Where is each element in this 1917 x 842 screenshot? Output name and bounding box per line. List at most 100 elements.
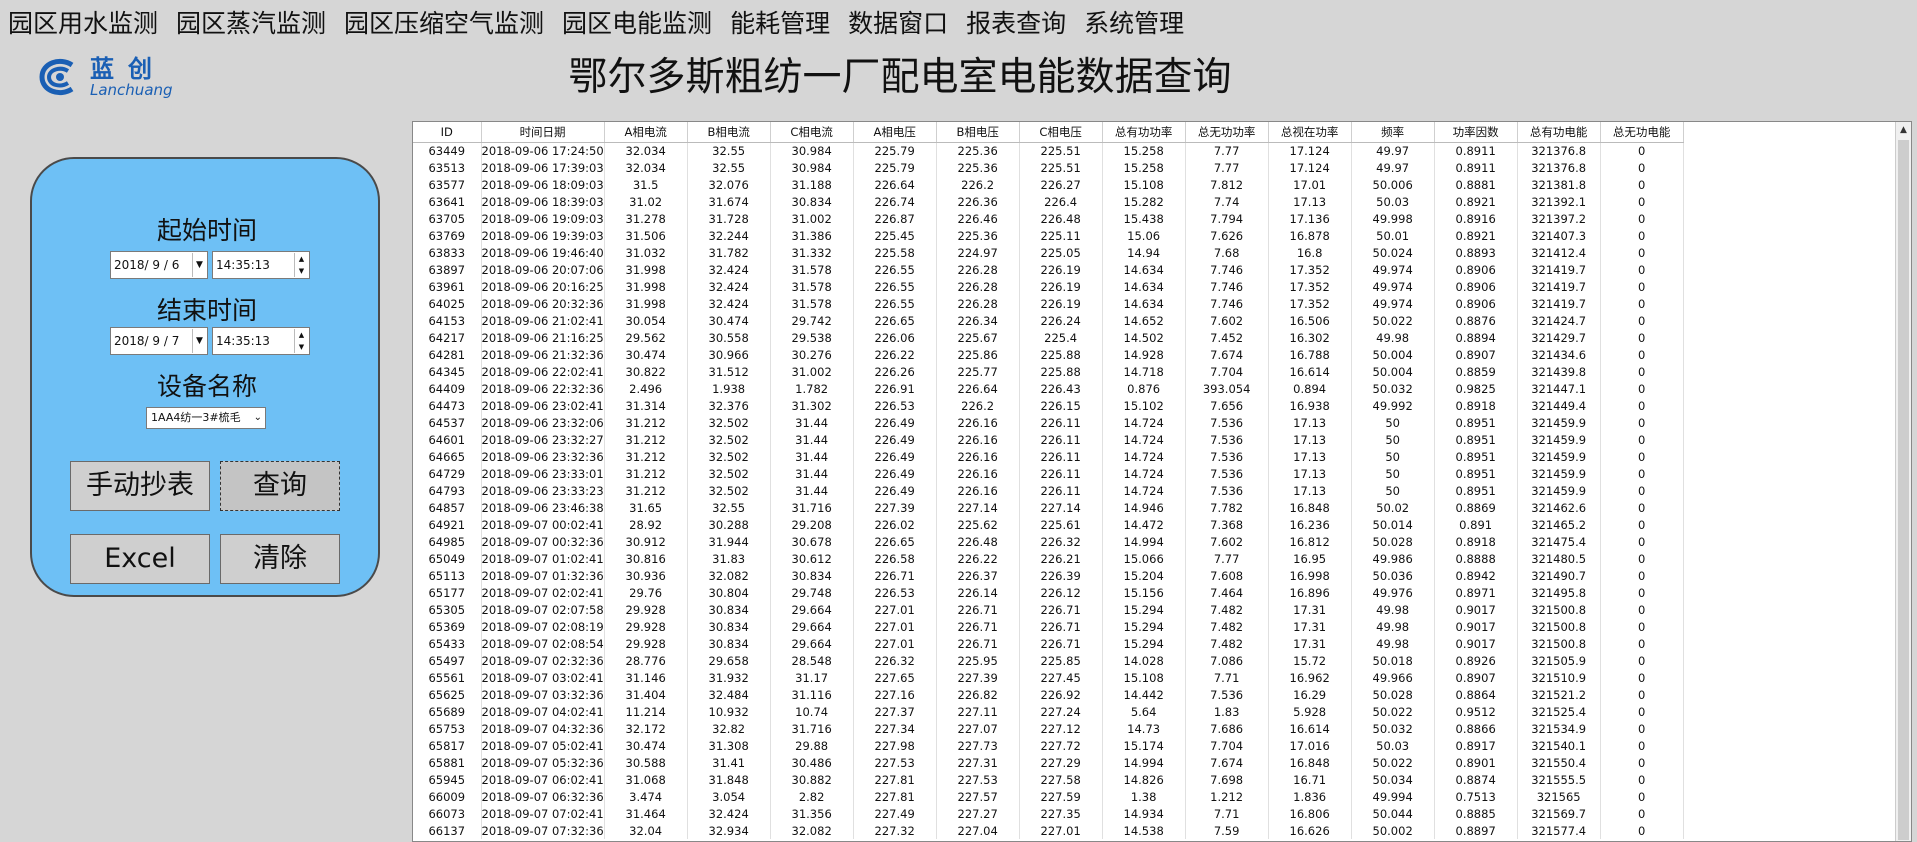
column-header[interactable]: 总无功功率 <box>1185 122 1269 143</box>
table-row[interactable]: 65497 2018-09-07 02:32:36 28.776 29.658 28.5… <box>413 652 1684 669</box>
table-row[interactable]: 64153 2018-09-06 21:02:41 30.054 30.474 29.7… <box>413 312 1684 329</box>
column-header[interactable]: 总有功功率 <box>1102 122 1186 143</box>
table-row[interactable]: 64985 2018-09-07 00:32:36 30.912 31.944 30.6… <box>413 533 1684 550</box>
column-header[interactable]: B相电压 <box>936 122 1020 143</box>
table-row[interactable]: 65561 2018-09-07 03:02:41 31.146 31.932 31.1… <box>413 669 1684 686</box>
table-row[interactable]: 66009 2018-09-07 06:32:36 3.474 3.054 2.82 22… <box>413 788 1684 805</box>
chevron-down-icon[interactable]: ▼ <box>192 253 206 277</box>
table-row[interactable]: 65753 2018-09-07 04:32:36 32.172 32.82 31.71… <box>413 720 1684 737</box>
table-row[interactable]: 65433 2018-09-07 02:08:54 29.928 30.834 29.6… <box>413 635 1684 652</box>
table-cell: 30.834 <box>687 618 771 635</box>
table-row[interactable]: 65689 2018-09-07 04:02:41 11.214 10.932 10.7… <box>413 703 1684 720</box>
table-cell: 226.64 <box>936 380 1020 397</box>
column-header[interactable]: 总无功电能 <box>1600 122 1684 143</box>
table-row[interactable]: 64025 2018-09-06 20:32:36 31.998 32.424 31.5… <box>413 295 1684 312</box>
table-cell: 30.588 <box>604 754 688 771</box>
table-row[interactable]: 63833 2018-09-06 19:46:40 31.032 31.782 31.3… <box>413 244 1684 261</box>
column-header[interactable]: B相电流 <box>687 122 771 143</box>
vertical-scrollbar[interactable]: ▲ <box>1895 122 1911 841</box>
spin-updown-icon[interactable]: ▲ ▼ <box>294 329 308 353</box>
excel-export-button[interactable]: Excel <box>70 534 210 584</box>
table-row[interactable]: 64281 2018-09-06 21:32:36 30.474 30.966 30.2… <box>413 346 1684 363</box>
column-header[interactable]: ID <box>413 122 482 143</box>
start-date-picker[interactable]: 2018/ 9 / 6 ▼ <box>110 251 208 279</box>
column-header[interactable]: 功率因数 <box>1434 122 1518 143</box>
column-header[interactable]: C相电压 <box>1019 122 1103 143</box>
menu-item[interactable]: 园区用水监测 <box>8 4 158 40</box>
column-header[interactable]: C相电流 <box>770 122 854 143</box>
table-cell: 226.16 <box>936 431 1020 448</box>
table-row[interactable]: 65369 2018-09-07 02:08:19 29.928 30.834 29.6… <box>413 618 1684 635</box>
menu-item[interactable]: 园区蒸汽监测 <box>176 4 326 40</box>
table-row[interactable]: 65945 2018-09-07 06:02:41 31.068 31.848 30.8… <box>413 771 1684 788</box>
menu-item[interactable]: 报表查询 <box>966 4 1066 40</box>
table-row[interactable]: 65177 2018-09-07 02:02:41 29.76 30.804 29.74… <box>413 584 1684 601</box>
table-row[interactable]: 64665 2018-09-06 23:32:36 31.212 32.502 31.4… <box>413 448 1684 465</box>
column-header[interactable]: 总视在功率 <box>1268 122 1352 143</box>
start-time-input[interactable]: 14:35:13 ▲ ▼ <box>212 251 310 279</box>
table-row[interactable]: 65625 2018-09-07 03:32:36 31.404 32.484 31.1… <box>413 686 1684 703</box>
table-row[interactable]: 63513 2018-09-06 17:39:03 32.034 32.55 30.98… <box>413 159 1684 176</box>
menu-item[interactable]: 园区压缩空气监测 <box>344 4 544 40</box>
company-logo: 蓝创 Lanchuang <box>38 54 218 100</box>
table-cell: 0.7513 <box>1434 788 1518 805</box>
table-row[interactable]: 64601 2018-09-06 23:32:27 31.212 32.502 31.4… <box>413 431 1684 448</box>
table-cell: 49.992 <box>1351 397 1435 414</box>
chevron-down-icon[interactable]: ▼ <box>192 329 206 353</box>
menu-item[interactable]: 园区电能监测 <box>562 4 712 40</box>
column-header[interactable]: A相电压 <box>853 122 937 143</box>
column-header[interactable]: A相电流 <box>604 122 688 143</box>
table-cell: 31.212 <box>604 465 688 482</box>
table-row[interactable]: 63641 2018-09-06 18:39:03 31.02 31.674 30.83… <box>413 193 1684 210</box>
table-cell: 0.8942 <box>1434 567 1518 584</box>
table-row[interactable]: 64217 2018-09-06 21:16:25 29.562 30.558 29.5… <box>413 329 1684 346</box>
device-select[interactable]: 1AA4纺一3#梳毛 ⌄ <box>146 407 266 429</box>
table-cell: 225.36 <box>936 227 1020 244</box>
table-row[interactable]: 65049 2018-09-07 01:02:41 30.816 31.83 30.61… <box>413 550 1684 567</box>
table-row[interactable]: 64345 2018-09-06 22:02:41 30.822 31.512 31.0… <box>413 363 1684 380</box>
end-date-picker[interactable]: 2018/ 9 / 7 ▼ <box>110 327 208 355</box>
table-row[interactable]: 63961 2018-09-06 20:16:25 31.998 32.424 31.5… <box>413 278 1684 295</box>
table-row[interactable]: 64409 2018-09-06 22:32:36 2.496 1.938 1.782 2… <box>413 380 1684 397</box>
column-header[interactable]: 频率 <box>1351 122 1435 143</box>
menu-item[interactable]: 能耗管理 <box>730 4 830 40</box>
table-cell: 0 <box>1600 193 1684 210</box>
table-row[interactable]: 63449 2018-09-06 17:24:50 32.034 32.55 30.98… <box>413 142 1684 159</box>
table-row[interactable]: 65305 2018-09-07 02:07:58 29.928 30.834 29.6… <box>413 601 1684 618</box>
query-button[interactable]: 查询 <box>220 461 340 511</box>
table-cell: 226.36 <box>936 193 1020 210</box>
table-cell: 31.068 <box>604 771 688 788</box>
end-time-input[interactable]: 14:35:13 ▲ ▼ <box>212 327 310 355</box>
scroll-up-arrow-icon[interactable]: ▲ <box>1896 122 1911 138</box>
table-row[interactable]: 65817 2018-09-07 05:02:41 30.474 31.308 29.8… <box>413 737 1684 754</box>
table-row[interactable]: 64537 2018-09-06 23:32:06 31.212 32.502 31.4… <box>413 414 1684 431</box>
table-row[interactable]: 63705 2018-09-06 19:09:03 31.278 31.728 31.0… <box>413 210 1684 227</box>
table-row[interactable]: 64473 2018-09-06 23:02:41 31.314 32.376 31.3… <box>413 397 1684 414</box>
table-row[interactable]: 63897 2018-09-06 20:07:06 31.998 32.424 31.5… <box>413 261 1684 278</box>
table-row[interactable]: 66073 2018-09-07 07:02:41 31.464 32.424 31.3… <box>413 805 1684 822</box>
table-cell: 31.716 <box>770 499 854 516</box>
scroll-thumb[interactable] <box>1898 140 1909 840</box>
table-row[interactable]: 64793 2018-09-06 23:33:23 31.212 32.502 31.4… <box>413 482 1684 499</box>
table-cell: 31.716 <box>770 720 854 737</box>
data-grid[interactable]: ID 时间日期 A相电流 B相电流 C相电流 A相电压 B相电压 C相电压 总有功功率 总无功功率… <box>412 121 1912 842</box>
clear-button[interactable]: 清除 <box>220 534 340 584</box>
manual-read-button[interactable]: 手动抄表 <box>70 461 210 511</box>
column-header[interactable]: 总有功电能 <box>1517 122 1601 143</box>
table-row[interactable]: 64857 2018-09-06 23:46:38 31.65 32.55 31.716… <box>413 499 1684 516</box>
column-header[interactable]: 时间日期 <box>481 122 605 143</box>
spin-updown-icon[interactable]: ▲ ▼ <box>294 253 308 277</box>
menu-item[interactable]: 数据窗口 <box>848 4 948 40</box>
table-row[interactable]: 64921 2018-09-07 00:02:41 28.92 30.288 29.20… <box>413 516 1684 533</box>
table-row[interactable]: 65881 2018-09-07 05:32:36 30.588 31.41 30.48… <box>413 754 1684 771</box>
table-row[interactable]: 65113 2018-09-07 01:32:36 30.936 32.082 30.8… <box>413 567 1684 584</box>
table-cell: 7.74 <box>1185 193 1269 210</box>
table-cell: 0 <box>1600 448 1684 465</box>
table-row[interactable]: 63769 2018-09-06 19:39:03 31.506 32.244 31.3… <box>413 227 1684 244</box>
table-cell: 321434.6 <box>1517 346 1601 363</box>
table-row[interactable]: 66137 2018-09-07 07:32:36 32.04 32.934 32.08… <box>413 822 1684 839</box>
table-cell: 227.11 <box>936 703 1020 720</box>
menu-item[interactable]: 系统管理 <box>1084 4 1184 40</box>
table-row[interactable]: 63577 2018-09-06 18:09:03 31.5 32.076 31.188… <box>413 176 1684 193</box>
table-row[interactable]: 64729 2018-09-06 23:33:01 31.212 32.502 31.4… <box>413 465 1684 482</box>
